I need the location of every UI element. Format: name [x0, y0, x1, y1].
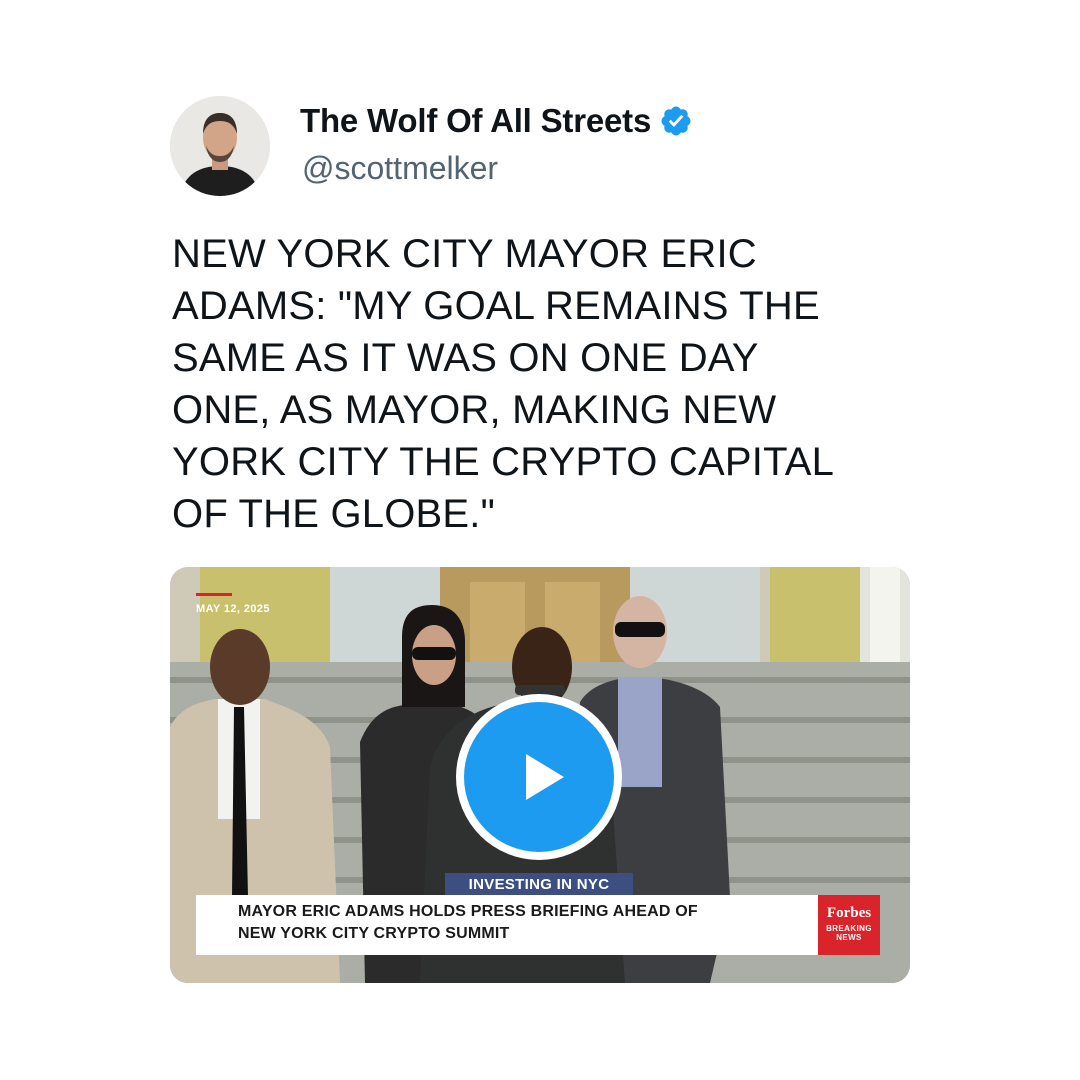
play-button-circle — [464, 702, 614, 852]
tweet-text: NEW YORK CITY MAYOR ERIC ADAMS: "MY GOAL… — [172, 232, 835, 536]
tweet-header: The Wolf Of All Streets @scottmelker — [170, 96, 930, 196]
video-date: MAY 12, 2025 — [196, 603, 270, 615]
video-player[interactable]: MAY 12, 2025 INVESTING IN NYC MAYOR ERIC… — [170, 567, 910, 983]
name-row: The Wolf Of All Streets — [300, 102, 693, 140]
user-handle[interactable]: @scottmelker — [302, 150, 498, 187]
verified-badge-icon — [659, 104, 693, 138]
forbes-name: Forbes — [826, 905, 872, 921]
date-marker — [196, 593, 232, 596]
avatar[interactable] — [170, 96, 270, 196]
avatar-photo — [170, 96, 270, 196]
display-name[interactable]: The Wolf Of All Streets — [300, 102, 651, 140]
segment-tag: INVESTING IN NYC — [445, 873, 633, 897]
forbes-logo: Forbes BREAKING NEWS — [818, 895, 880, 955]
play-button[interactable] — [456, 694, 622, 860]
forbes-subtitle: BREAKING NEWS — [826, 924, 872, 942]
news-headline: MAYOR ERIC ADAMS HOLDS PRESS BRIEFING AH… — [238, 903, 698, 942]
play-icon — [526, 754, 564, 800]
news-lower-third: MAYOR ERIC ADAMS HOLDS PRESS BRIEFING AH… — [196, 895, 880, 955]
